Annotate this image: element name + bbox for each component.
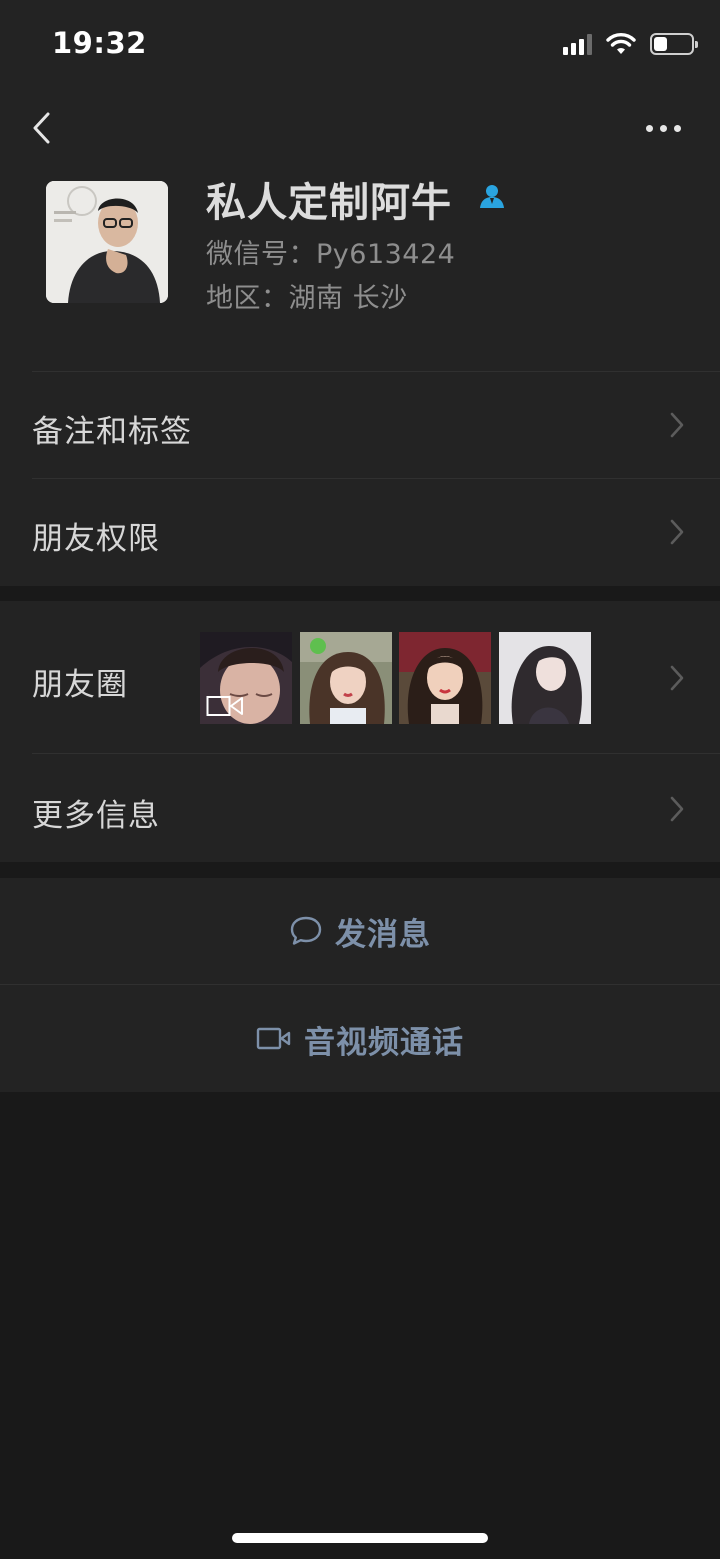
video-camera-icon <box>256 1027 291 1050</box>
wifi-icon <box>606 33 636 54</box>
avatar-photo <box>46 181 168 303</box>
friend-permissions-row[interactable]: 朋友权限 <box>0 479 720 585</box>
send-message-button[interactable]: 发消息 <box>0 878 720 984</box>
chevron-left-icon[interactable] <box>26 108 66 148</box>
video-camera-icon <box>206 696 243 716</box>
chat-bubble-icon <box>290 916 322 945</box>
more-dots-icon[interactable] <box>646 116 686 140</box>
video-call-label: 音视频通话 <box>304 1024 464 1061</box>
moments-label: 朋友圈 <box>32 667 128 703</box>
moment-photo-thumbnail[interactable] <box>300 632 392 724</box>
moments-panel: 朋友圈 更多信息 <box>0 601 720 862</box>
more-info-label: 更多信息 <box>32 798 160 834</box>
status-icons <box>563 30 698 58</box>
send-message-label: 发消息 <box>335 916 431 953</box>
contact-person-icon <box>480 185 504 208</box>
profile-header: 私人定制阿牛 微信号：Py613424 地区：湖南 长沙 备注和标签 朋友权限 <box>0 90 720 586</box>
friend-permissions-label: 朋友权限 <box>32 521 160 557</box>
battery-fill <box>654 37 667 51</box>
moment-photo-thumbnail[interactable] <box>399 632 491 724</box>
avatar[interactable] <box>46 181 168 303</box>
remarks-tags-label: 备注和标签 <box>32 414 192 450</box>
moment-video-thumbnail[interactable] <box>200 632 292 724</box>
region: 地区：湖南 长沙 <box>206 283 408 314</box>
chevron-right-icon <box>670 412 684 438</box>
more-info-row[interactable]: 更多信息 <box>0 754 720 862</box>
battery-icon <box>650 33 698 55</box>
moments-row[interactable]: 朋友圈 <box>0 601 720 753</box>
profile-name: 私人定制阿牛 <box>206 180 452 226</box>
wechat-id: 微信号：Py613424 <box>206 239 456 270</box>
status-time: 19:32 <box>52 26 147 60</box>
home-indicator[interactable] <box>232 1533 488 1543</box>
chevron-right-icon <box>670 665 684 691</box>
video-call-button[interactable]: 音视频通话 <box>0 986 720 1092</box>
chevron-right-icon <box>670 519 684 545</box>
divider <box>0 984 720 985</box>
chevron-right-icon <box>670 796 684 822</box>
moment-photo-thumbnail[interactable] <box>499 632 591 724</box>
status-bar: 19:32 <box>0 0 720 90</box>
action-panel: 发消息 音视频通话 <box>0 878 720 1092</box>
remarks-tags-row[interactable]: 备注和标签 <box>0 372 720 478</box>
cellular-signal-icon <box>563 33 592 55</box>
